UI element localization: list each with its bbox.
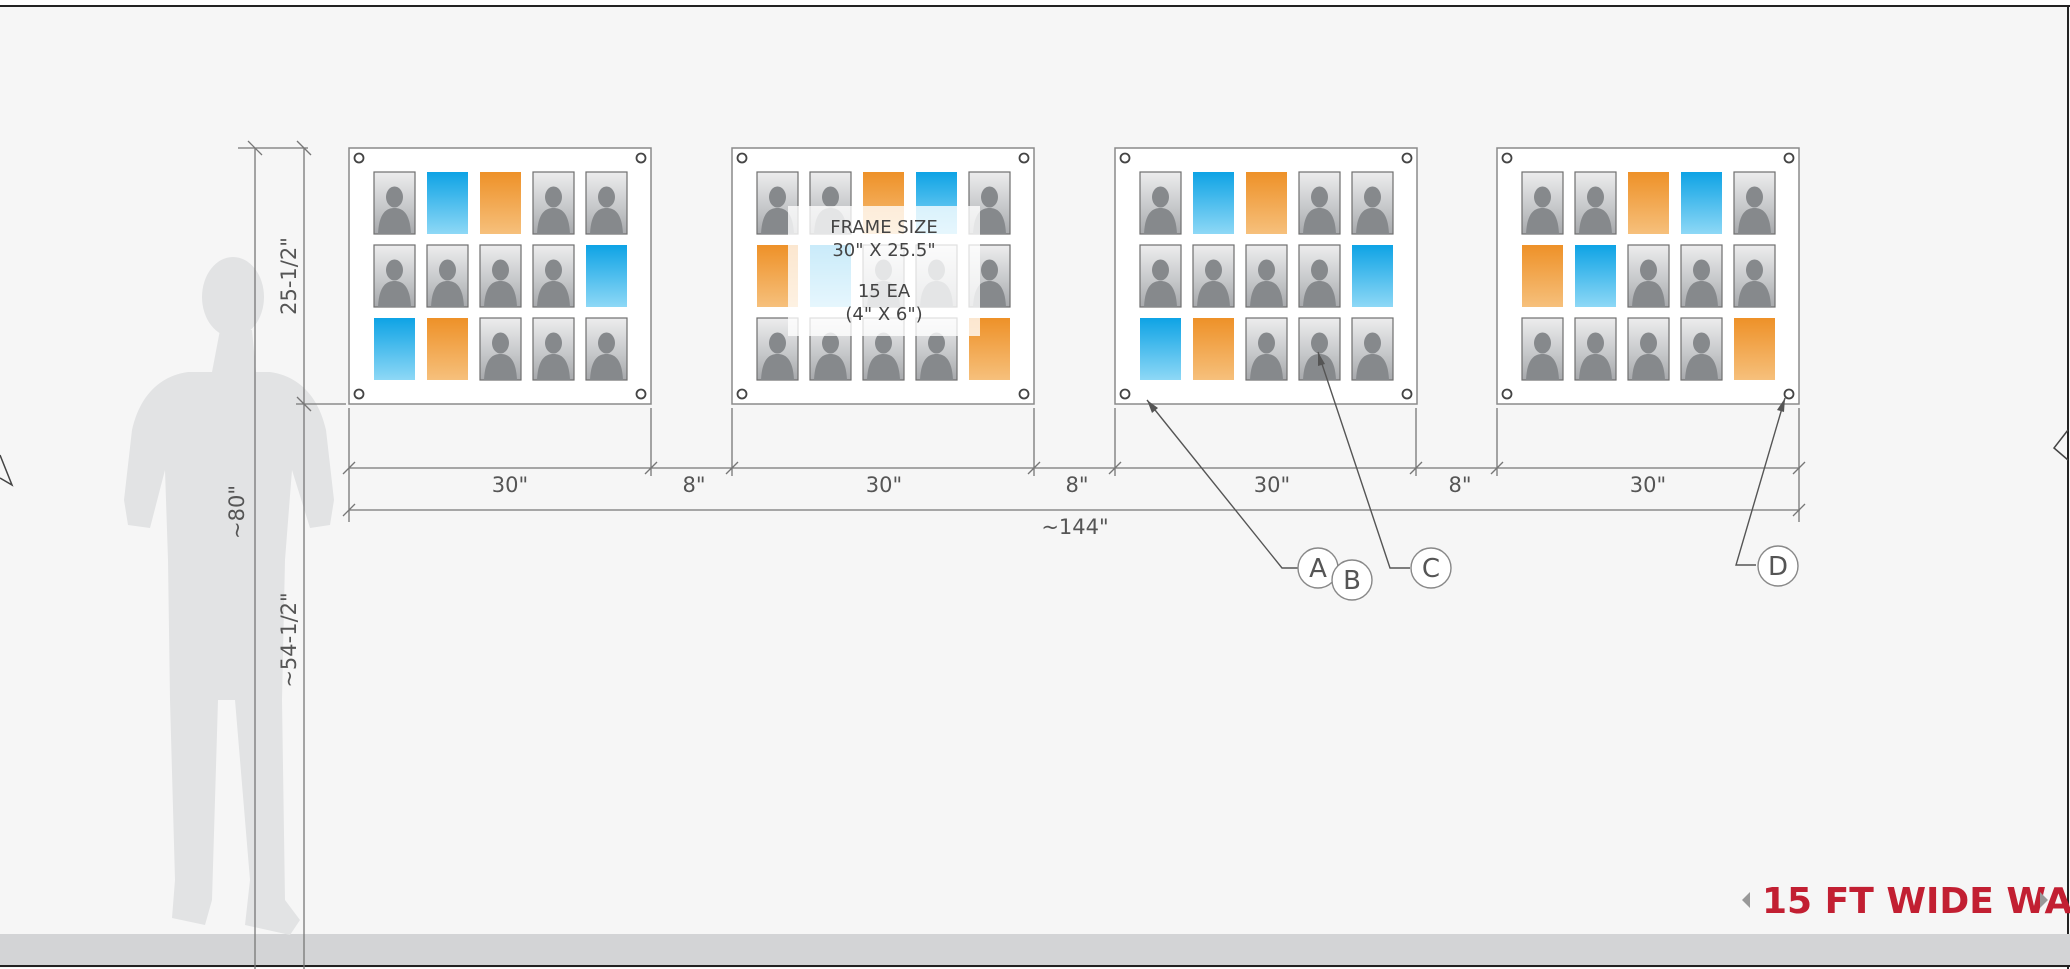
frame-note: FRAME SIZE 30" X 25.5" 15 EA (4" X 6") bbox=[788, 206, 980, 336]
portrait-tile bbox=[532, 317, 575, 381]
portrait-tile bbox=[1192, 244, 1235, 308]
portrait-tile bbox=[1680, 244, 1723, 308]
standoff-icon bbox=[353, 152, 365, 164]
frame-note-line2: 30" X 25.5" bbox=[832, 240, 935, 261]
floor-to-frame-label: ~54-1/2" bbox=[277, 592, 301, 687]
frame4-width-label: 30" bbox=[1630, 473, 1666, 497]
standoff-icon bbox=[1119, 388, 1131, 400]
blue-tile bbox=[374, 318, 415, 380]
standoff-icon bbox=[736, 152, 748, 164]
portrait-tile bbox=[1351, 317, 1394, 381]
portrait-tile bbox=[373, 171, 416, 235]
blue-tile bbox=[1193, 172, 1234, 234]
standoff-icon bbox=[635, 388, 647, 400]
frame-4 bbox=[1496, 147, 1800, 405]
blue-tile bbox=[586, 245, 627, 307]
overall-height-label: ~80" bbox=[225, 485, 249, 539]
frame3-width-label: 30" bbox=[1254, 473, 1290, 497]
wall-width-label: 15 FT WIDE WALL bbox=[1762, 881, 2070, 922]
standoff-icon bbox=[1501, 388, 1513, 400]
portrait-tile bbox=[1351, 171, 1394, 235]
orange-tile bbox=[1628, 172, 1669, 234]
portrait-tile bbox=[426, 244, 469, 308]
portrait-tile bbox=[1139, 171, 1182, 235]
frame2-width-label: 30" bbox=[866, 473, 902, 497]
orange-tile bbox=[1246, 172, 1287, 234]
standoff-icon bbox=[1119, 152, 1131, 164]
portrait-tile bbox=[1574, 317, 1617, 381]
gap1-label: 8" bbox=[682, 473, 705, 497]
orange-tile bbox=[427, 318, 468, 380]
portrait-tile bbox=[1521, 317, 1564, 381]
portrait-tile bbox=[1298, 317, 1341, 381]
standoff-icon bbox=[1501, 152, 1513, 164]
gap2-label: 8" bbox=[1065, 473, 1088, 497]
standoff-icon bbox=[1401, 388, 1413, 400]
floor-strip bbox=[0, 934, 2070, 966]
orange-tile bbox=[1734, 318, 1775, 380]
portrait-tile bbox=[373, 244, 416, 308]
frame-1 bbox=[348, 147, 652, 405]
frame-note-line3: 15 EA bbox=[858, 281, 911, 302]
gap3-label: 8" bbox=[1448, 473, 1471, 497]
blue-tile bbox=[1681, 172, 1722, 234]
standoff-icon bbox=[1018, 152, 1030, 164]
standoff-icon bbox=[1783, 388, 1795, 400]
callout-a-label: A bbox=[1309, 554, 1327, 584]
standoff-icon bbox=[1018, 388, 1030, 400]
portrait-tile bbox=[1627, 317, 1670, 381]
portrait-tile bbox=[1574, 171, 1617, 235]
standoff-icon bbox=[1783, 152, 1795, 164]
portrait-tile bbox=[532, 244, 575, 308]
portrait-tile bbox=[585, 317, 628, 381]
callout-d: D bbox=[1757, 545, 1799, 587]
portrait-tile bbox=[1680, 317, 1723, 381]
standoff-icon bbox=[635, 152, 647, 164]
portrait-tile bbox=[1733, 171, 1776, 235]
orange-tile bbox=[480, 172, 521, 234]
portrait-tile bbox=[1298, 171, 1341, 235]
callout-c: C bbox=[1410, 547, 1452, 589]
callout-c-label: C bbox=[1422, 554, 1440, 584]
callout-b: B bbox=[1331, 559, 1373, 601]
portrait-tile bbox=[1521, 171, 1564, 235]
wall-width-label-group: 15 FT WIDE WALL bbox=[1742, 881, 2070, 922]
blue-tile bbox=[1140, 318, 1181, 380]
portrait-tile bbox=[585, 171, 628, 235]
portrait-tile bbox=[1245, 317, 1288, 381]
wall-elevation-drawing: ~80" 25-1/2" ~54-1/2" FRAME SIZE 30" X 2… bbox=[0, 5, 2070, 969]
portrait-tile bbox=[1139, 244, 1182, 308]
portrait-tile bbox=[1733, 244, 1776, 308]
blue-tile bbox=[427, 172, 468, 234]
frame-note-line4: (4" X 6") bbox=[845, 304, 922, 325]
portrait-tile bbox=[1627, 244, 1670, 308]
blue-tile bbox=[1352, 245, 1393, 307]
portrait-tile bbox=[1245, 244, 1288, 308]
callout-b-label: B bbox=[1343, 566, 1361, 596]
callout-d-label: D bbox=[1768, 552, 1788, 582]
standoff-icon bbox=[1401, 152, 1413, 164]
portrait-tile bbox=[479, 244, 522, 308]
orange-tile bbox=[1522, 245, 1563, 307]
portrait-tile bbox=[1298, 244, 1341, 308]
frame-note-line1: FRAME SIZE bbox=[830, 217, 938, 238]
frame-height-label: 25-1/2" bbox=[277, 237, 301, 315]
frame1-width-label: 30" bbox=[492, 473, 528, 497]
frame-3 bbox=[1114, 147, 1418, 405]
blue-tile bbox=[1575, 245, 1616, 307]
orange-tile bbox=[1193, 318, 1234, 380]
standoff-icon bbox=[353, 388, 365, 400]
standoff-icon bbox=[736, 388, 748, 400]
portrait-tile bbox=[532, 171, 575, 235]
total-width-label: ~144" bbox=[1041, 515, 1108, 539]
portrait-tile bbox=[479, 317, 522, 381]
